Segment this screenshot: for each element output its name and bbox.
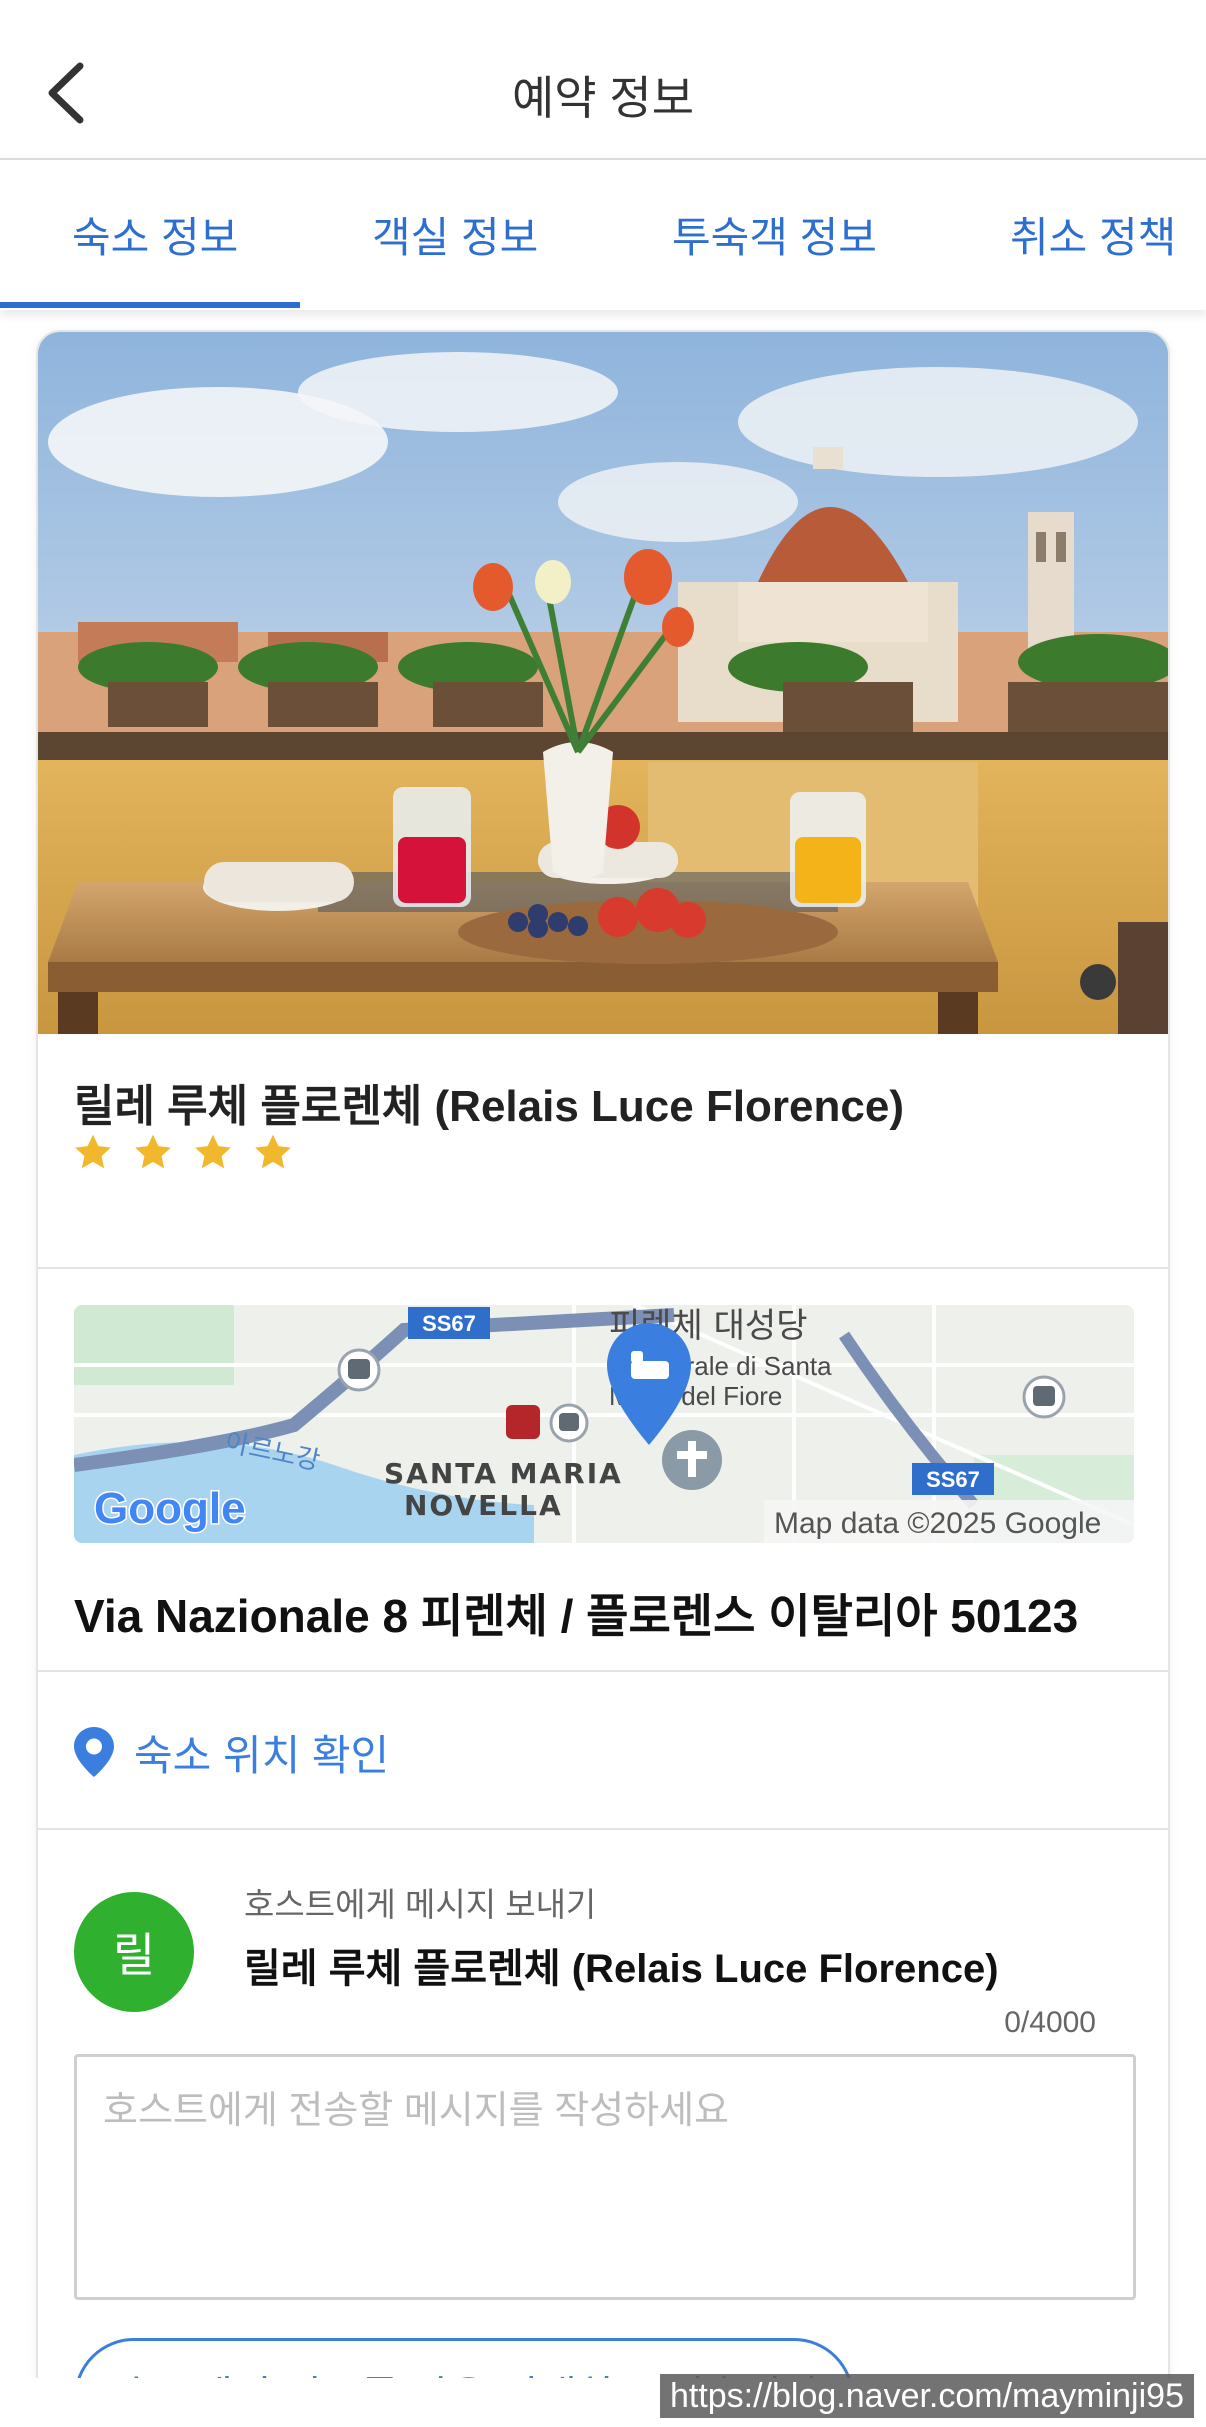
tab-property-info[interactable]: 숙소 정보 — [72, 204, 238, 265]
view-location-link[interactable]: 숙소 위치 확인 — [74, 1722, 389, 1782]
road-label-top: SS67 — [422, 1311, 476, 1336]
star-icon — [255, 1134, 291, 1169]
church-marker-icon — [662, 1430, 722, 1490]
divider — [38, 1670, 1168, 1672]
transit-icon — [506, 1405, 540, 1439]
hotel-address: Via Nazionale 8 피렌체 / 플로렌스 이탈리아 50123 — [74, 1590, 1079, 1642]
host-name: 릴레 루체 플로렌체 (Relais Luce Florence) — [244, 1947, 999, 1991]
tab-bar: 숙소 정보 객실 정보 투숙객 정보 취소 정책 — [0, 160, 1206, 310]
divider — [38, 1828, 1168, 1830]
view-location-label: 숙소 위치 확인 — [134, 1731, 390, 1779]
map-district-line2: NOVELLA — [404, 1489, 563, 1522]
train-station-icon — [549, 1403, 589, 1443]
hotel-name: 릴레 루체 플로렌체 (Relais Luce Florence) — [74, 1082, 904, 1131]
app-header: 예약 정보 — [0, 0, 1206, 160]
star-icon — [135, 1134, 171, 1169]
host-avatar: 릴 — [74, 1892, 194, 2012]
character-counter: 0/4000 — [1004, 2006, 1096, 2039]
map-attribution: Map data ©2025 Google — [774, 1507, 1101, 1540]
property-card: 릴레 루체 플로렌체 (Relais Luce Florence) SS67 S… — [36, 330, 1170, 2427]
active-tab-indicator — [0, 302, 300, 308]
map-district-line1: SANTA MARIA — [384, 1457, 623, 1490]
location-map[interactable]: SS67 SS67 피렌체 대성당 Cattedrale di Santa Ma… — [74, 1305, 1134, 1543]
tab-room-info[interactable]: 객실 정보 — [372, 204, 538, 265]
tab-guest-info[interactable]: 투숙객 정보 — [672, 204, 877, 265]
star-icon — [195, 1134, 231, 1169]
divider — [38, 1267, 1168, 1269]
property-photo — [38, 332, 1168, 1034]
star-icon — [75, 1134, 111, 1169]
map-pin-icon — [74, 1727, 114, 1777]
message-heading: 호스트에게 메시지 보내기 — [244, 1886, 597, 1923]
message-input[interactable] — [74, 2054, 1136, 2300]
google-logo: Google — [94, 1484, 246, 1533]
road-label-bottom: SS67 — [926, 1467, 980, 1492]
tab-cancellation-policy[interactable]: 취소 정책 — [1010, 204, 1176, 265]
page-title: 예약 정보 — [511, 72, 695, 124]
star-rating — [72, 1132, 294, 1182]
train-station-icon — [1022, 1375, 1066, 1419]
watermark: https://blog.naver.com/mayminji95 — [659, 2374, 1194, 2418]
train-station-icon — [337, 1348, 381, 1392]
